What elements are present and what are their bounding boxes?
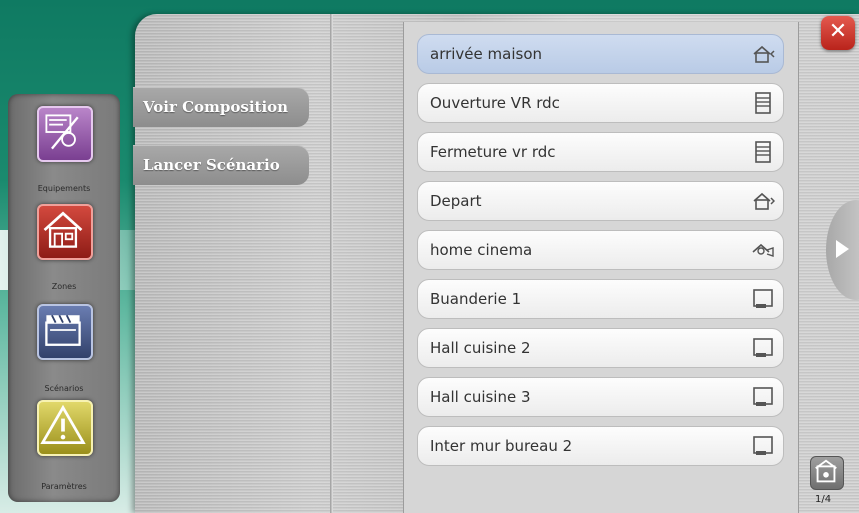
- cinema-icon: [751, 238, 775, 262]
- list-item[interactable]: Hall cuisine 2: [417, 328, 784, 368]
- dock-label-equipements: Equipements: [37, 184, 91, 193]
- list-item-label: Inter mur bureau 2: [430, 437, 573, 455]
- lancer-scenario-button[interactable]: Lancer Scénario: [133, 145, 309, 185]
- dock-label-zones: Zones: [51, 282, 77, 291]
- list-item[interactable]: Hall cuisine 3: [417, 377, 784, 417]
- close-button[interactable]: ✕: [821, 16, 855, 50]
- dock-parametres-button[interactable]: [37, 400, 93, 456]
- switch-icon: [751, 287, 775, 311]
- page-indicator: 1/4: [815, 494, 832, 505]
- app-dock: Equipements Zones Scénarios Paramètres: [8, 94, 120, 502]
- home-icon: [815, 459, 837, 483]
- arrow-right-icon: [836, 240, 849, 258]
- shutter-icon: [751, 91, 775, 115]
- warning-icon: [40, 404, 86, 444]
- home-leave-icon: [751, 189, 776, 213]
- dock-scenarios-button[interactable]: [37, 304, 93, 360]
- voir-composition-button[interactable]: Voir Composition: [133, 87, 309, 127]
- list-item-label: Hall cuisine 3: [430, 388, 531, 406]
- panel-divider: [330, 14, 333, 513]
- switch-icon: [751, 434, 775, 458]
- list-item-label: home cinema: [430, 241, 533, 259]
- list-item-label: Buanderie 1: [430, 290, 522, 308]
- scenario-list: arrivée maison Ouverture VR rdc Fermetur…: [403, 22, 799, 513]
- switch-icon: [751, 385, 775, 409]
- clapperboard-icon: [45, 314, 81, 346]
- list-item[interactable]: Ouverture VR rdc: [417, 83, 784, 123]
- dock-label-scenarios: Scénarios: [44, 384, 84, 393]
- home-button[interactable]: [810, 456, 844, 490]
- list-item[interactable]: Inter mur bureau 2: [417, 426, 784, 466]
- list-item-label: arrivée maison: [430, 45, 543, 63]
- home-arrive-icon: [751, 42, 775, 66]
- list-item-label: Depart: [430, 192, 482, 210]
- list-item-label: Fermeture vr rdc: [430, 143, 556, 161]
- list-item[interactable]: Depart: [417, 181, 784, 221]
- switch-icon: [751, 336, 775, 360]
- list-item-label: Ouverture VR rdc: [430, 94, 560, 112]
- house-zone-icon: [43, 211, 83, 248]
- list-item[interactable]: Fermeture vr rdc: [417, 132, 784, 172]
- list-item-label: Hall cuisine 2: [430, 339, 531, 357]
- shutter-icon: [751, 140, 775, 164]
- dock-equipements-button[interactable]: [37, 106, 93, 162]
- list-item[interactable]: home cinema: [417, 230, 784, 270]
- dock-label-parametres: Paramètres: [41, 482, 87, 491]
- list-item[interactable]: Buanderie 1: [417, 279, 784, 319]
- equipment-icon: [45, 114, 79, 150]
- dock-zones-button[interactable]: [37, 204, 93, 260]
- list-item[interactable]: arrivée maison: [417, 34, 784, 74]
